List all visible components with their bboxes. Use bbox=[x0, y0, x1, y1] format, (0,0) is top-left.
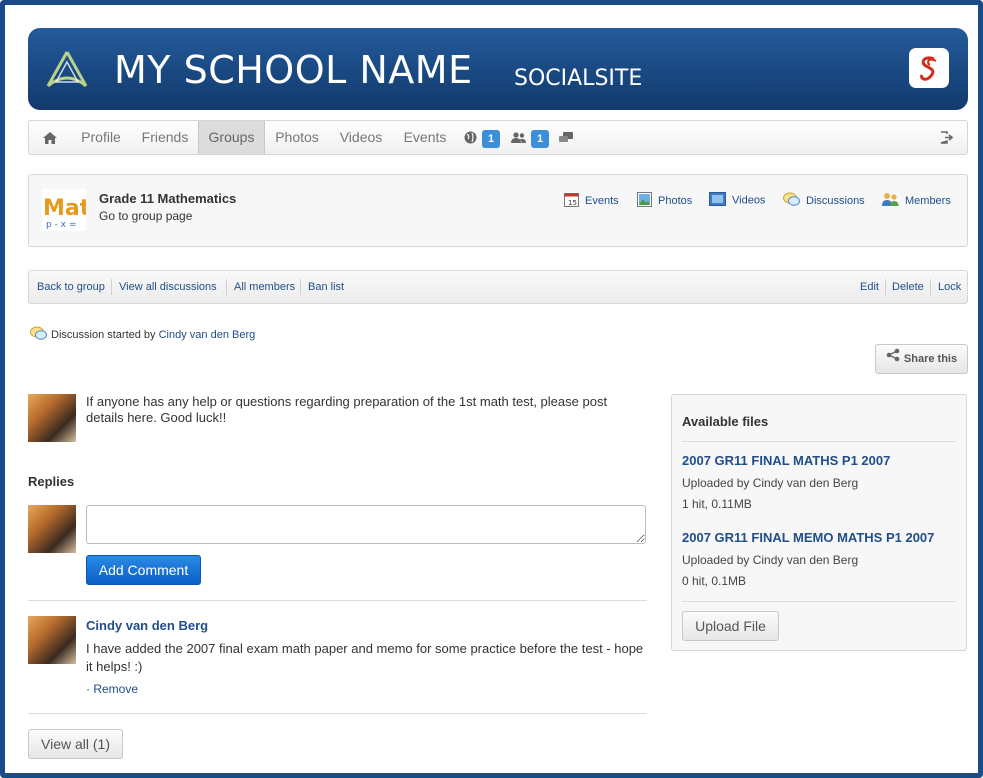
share-button-label: Share this bbox=[903, 353, 958, 365]
nav-friends[interactable]: Friends bbox=[133, 121, 197, 154]
group-avatar[interactable]: Mat p - x = bbox=[42, 189, 91, 231]
discussion-started-by: Discussion started by Cindy van den Berg bbox=[30, 326, 255, 344]
home-icon[interactable] bbox=[43, 131, 57, 149]
view-all-button[interactable]: View all (1) bbox=[28, 729, 123, 759]
upload-file-button[interactable]: Upload File bbox=[682, 611, 779, 641]
group-tab-videos-label: Videos bbox=[732, 194, 766, 207]
svg-text:15: 15 bbox=[568, 199, 577, 207]
site-subtitle: SOCIALSITE bbox=[514, 66, 643, 91]
svg-text:p - x =: p - x = bbox=[46, 220, 76, 230]
toolbar-divider bbox=[226, 279, 227, 295]
friend-requests-icon[interactable] bbox=[511, 131, 526, 149]
site-title: MY SCHOOL NAME bbox=[114, 48, 473, 92]
add-comment-button[interactable]: Add Comment bbox=[86, 555, 201, 585]
files-heading: Available files bbox=[682, 414, 769, 429]
group-tab-events-label: Events bbox=[585, 194, 619, 207]
lock-link[interactable]: Lock bbox=[938, 281, 961, 293]
group-title: Grade 11 Mathematics bbox=[99, 191, 237, 206]
group-tab-photos-label: Photos bbox=[658, 194, 693, 207]
available-files-panel: Available files 2007 GR11 FINAL MATHS P1… bbox=[671, 394, 967, 651]
messages-icon[interactable] bbox=[559, 131, 573, 149]
group-tab-photos[interactable]: Photos bbox=[637, 192, 692, 210]
calendar-icon: 15 bbox=[564, 192, 579, 210]
nav-photos[interactable]: Photos bbox=[265, 121, 329, 154]
site-banner: MY SCHOOL NAME SOCIALSITE bbox=[28, 28, 968, 110]
file-uploaded-by: Uploaded by Cindy van den Berg bbox=[682, 476, 859, 490]
logout-icon[interactable] bbox=[940, 131, 954, 149]
back-to-group-link[interactable]: Back to group bbox=[37, 281, 105, 293]
toolbar-divider bbox=[111, 279, 112, 295]
discussion-body: If anyone has any help or questions rega… bbox=[86, 394, 608, 425]
ban-list-link[interactable]: Ban list bbox=[308, 281, 344, 293]
share-button[interactable]: Share this bbox=[875, 344, 968, 374]
file-stats: 0 hit, 0.1MB bbox=[682, 574, 747, 588]
avatar bbox=[28, 505, 76, 553]
share-icon bbox=[886, 348, 900, 365]
remove-reply-link[interactable]: · Remove bbox=[86, 682, 138, 696]
view-all-discussions-link[interactable]: View all discussions bbox=[119, 281, 217, 293]
group-tab-videos[interactable]: Videos bbox=[709, 192, 765, 209]
nav-videos[interactable]: Videos bbox=[331, 121, 391, 154]
delete-link[interactable]: Delete bbox=[892, 281, 924, 293]
group-tab-members[interactable]: Members bbox=[882, 192, 951, 210]
group-header: Mat p - x = Grade 11 Mathematics Go to g… bbox=[28, 174, 968, 247]
group-tab-members-label: Members bbox=[905, 194, 951, 207]
socialsite-badge-icon[interactable] bbox=[909, 48, 949, 88]
notification-count-badge[interactable]: 1 bbox=[482, 130, 500, 148]
file-stats: 1 hit, 0.11MB bbox=[682, 497, 752, 511]
nav-groups[interactable]: Groups bbox=[198, 121, 265, 154]
group-tab-events[interactable]: 15 Events bbox=[564, 192, 619, 210]
video-icon bbox=[709, 192, 726, 209]
group-tab-discussions-label: Discussions bbox=[806, 194, 865, 207]
replies-heading: Replies bbox=[28, 474, 75, 489]
divider bbox=[682, 601, 956, 602]
main-nav: Profile Friends Groups Photos Videos Eve… bbox=[28, 120, 968, 155]
file-link[interactable]: 2007 GR11 FINAL MEMO MATHS P1 2007 bbox=[682, 530, 934, 545]
comment-input[interactable] bbox=[86, 505, 646, 544]
globe-icon[interactable] bbox=[464, 131, 477, 149]
avatar[interactable] bbox=[28, 616, 76, 664]
photo-icon bbox=[637, 192, 652, 210]
toolbar-divider bbox=[300, 279, 301, 295]
svg-text:Mat: Mat bbox=[43, 196, 86, 221]
discussion-toolbar: Back to group View all discussions All m… bbox=[28, 270, 968, 304]
all-members-link[interactable]: All members bbox=[234, 281, 295, 293]
reply-text: I have added the 2007 final exam math pa… bbox=[86, 641, 644, 674]
members-icon bbox=[882, 192, 899, 210]
group-tab-discussions[interactable]: Discussions bbox=[783, 192, 865, 210]
school-logo-icon bbox=[42, 48, 92, 97]
toolbar-divider bbox=[930, 279, 931, 295]
file-uploaded-by: Uploaded by Cindy van den Berg bbox=[682, 553, 859, 567]
started-by-prefix: Discussion started by bbox=[51, 328, 156, 341]
divider bbox=[28, 600, 647, 601]
divider bbox=[28, 713, 647, 714]
edit-link[interactable]: Edit bbox=[860, 281, 879, 293]
reply-author-link[interactable]: Cindy van den Berg bbox=[86, 618, 208, 633]
go-to-group-link[interactable]: Go to group page bbox=[99, 209, 192, 223]
page-frame: MY SCHOOL NAME SOCIALSITE Profile Friend… bbox=[0, 0, 983, 778]
toolbar-divider bbox=[885, 279, 886, 295]
nav-events[interactable]: Events bbox=[395, 121, 455, 154]
started-by-author-link[interactable]: Cindy van den Berg bbox=[159, 329, 256, 341]
file-link[interactable]: 2007 GR11 FINAL MATHS P1 2007 bbox=[682, 453, 890, 468]
chat-icon bbox=[30, 326, 47, 344]
nav-profile[interactable]: Profile bbox=[71, 121, 131, 154]
divider bbox=[682, 441, 956, 442]
chat-icon bbox=[783, 192, 800, 210]
friend-requests-count-badge[interactable]: 1 bbox=[531, 130, 549, 148]
avatar[interactable] bbox=[28, 394, 76, 442]
